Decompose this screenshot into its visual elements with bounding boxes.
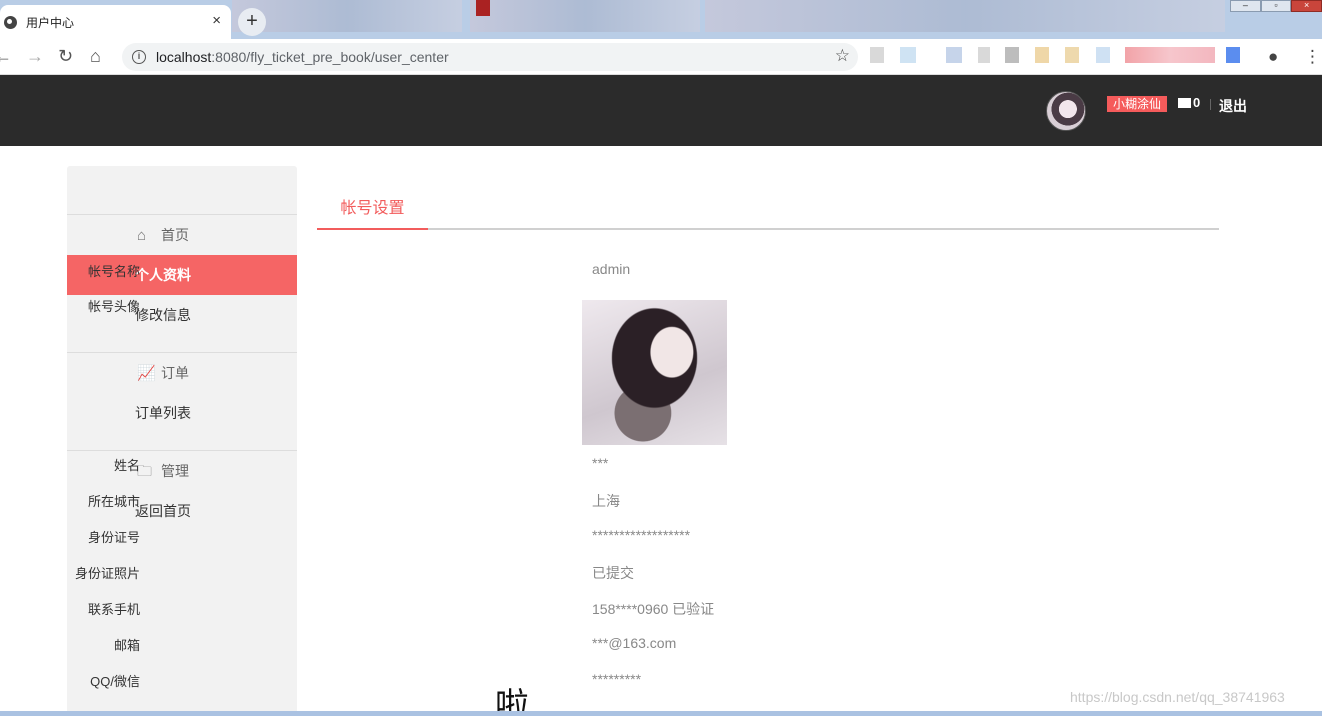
field-value: 158****0960 已验证 (592, 601, 715, 617)
blurred-tab[interactable] (705, 0, 1225, 32)
browser-toolbar: ← → ↻ ⌂ i localhost:8080/fly_ticket_pre_… (0, 39, 1322, 75)
field-name: 姓名 *** (0, 455, 900, 475)
active-tab[interactable]: 用户中心 × (0, 5, 231, 39)
mail-icon (1178, 98, 1191, 108)
field-label: 身份证号 (87, 530, 140, 545)
field-qq-wechat: QQ/微信 ********* (0, 671, 900, 691)
field-email: 邮箱 ***@163.com (0, 635, 900, 655)
extension-icon[interactable] (1035, 47, 1049, 63)
tab-account-settings[interactable]: 帐号设置 (317, 190, 428, 230)
site-info-icon[interactable]: i (132, 50, 146, 64)
watermark: https://blog.csdn.net/qq_38741963 (1070, 689, 1285, 705)
extension-icon[interactable] (1065, 47, 1079, 63)
browser-tab-strip: 用户中心 × + – ▫ × (0, 0, 1322, 39)
field-id-number: 身份证号 ****************** (0, 527, 900, 547)
extension-icon[interactable] (900, 47, 916, 63)
field-account-name: 帐号名称 admin (0, 261, 900, 281)
field-label: 联系手机 (87, 602, 140, 617)
close-window-icon[interactable]: × (1291, 0, 1322, 12)
field-label: 所在城市 (87, 494, 140, 509)
field-value: ****************** (592, 527, 691, 543)
field-value: 已提交 (592, 565, 634, 581)
field-value: 上海 (592, 493, 620, 509)
reload-icon[interactable]: ↻ (58, 45, 73, 67)
chart-icon: 📈 (137, 365, 156, 382)
messages-link[interactable]: 0 (1178, 95, 1200, 110)
field-label: 帐号名称 (87, 264, 140, 279)
divider (1210, 99, 1211, 110)
field-value: ***@163.com (592, 635, 677, 651)
minimize-icon[interactable]: – (1230, 0, 1261, 12)
field-value: ********* (592, 671, 642, 687)
sidebar-group-orders: 📈 订单 订单列表 (67, 352, 297, 433)
url-text[interactable]: localhost:8080/fly_ticket_pre_book/user_… (156, 49, 449, 65)
bookmark-star-icon[interactable]: ☆ (835, 46, 850, 66)
logout-link[interactable]: 退出 (1219, 96, 1247, 116)
field-city: 所在城市 上海 (0, 491, 900, 511)
field-account-avatar: 帐号头像 (0, 296, 900, 316)
account-icon[interactable]: ● (1268, 47, 1278, 67)
forward-icon[interactable]: → (26, 45, 44, 67)
taskbar-strip (0, 711, 1322, 716)
extension-icon[interactable] (870, 47, 884, 63)
sidebar-group-title: 📈 订单 (67, 353, 297, 393)
new-tab-button[interactable]: + (238, 8, 266, 36)
menu-icon[interactable]: ⋮ (1304, 47, 1321, 67)
field-id-photo: 身份证照片 已提交 (0, 563, 900, 583)
tab-close-icon[interactable]: × (212, 12, 221, 30)
maximize-icon[interactable]: ▫ (1260, 0, 1292, 12)
field-value: *** (592, 455, 609, 471)
account-tabs: 帐号设置 (317, 190, 1219, 230)
translate-icon[interactable] (1226, 47, 1240, 63)
extension-icon[interactable] (1125, 47, 1215, 63)
extension-icon[interactable] (1096, 47, 1110, 63)
field-label: QQ/微信 (90, 674, 140, 689)
sidebar-group-title: ⌂ 首页 (67, 215, 297, 255)
sidebar-item-order-list[interactable]: 订单列表 (67, 393, 297, 433)
field-label: 姓名 (113, 458, 140, 473)
message-count: 0 (1193, 95, 1201, 110)
extension-icon[interactable] (978, 47, 990, 63)
field-value: admin (592, 261, 631, 277)
home-icon: ⌂ (137, 227, 147, 244)
tab-favicon-icon (476, 0, 490, 16)
profile-avatar-image (582, 300, 727, 445)
field-phone: 联系手机 158****0960 已验证 (0, 599, 900, 619)
home-icon[interactable]: ⌂ (90, 45, 101, 67)
address-bar[interactable]: i localhost:8080/fly_ticket_pre_book/use… (122, 43, 858, 71)
username-badge[interactable]: 小糊涂仙 (1107, 96, 1168, 112)
tab-title: 用户中心 (26, 16, 75, 30)
sidebar: ⌂ 首页 个人资料 修改信息 📈 订单 订单列表 🗀 管理 返回首页 (67, 166, 297, 716)
avatar[interactable] (1046, 91, 1086, 131)
page-favicon-icon (4, 16, 17, 29)
field-label: 身份证照片 (74, 566, 140, 581)
blurred-tab[interactable] (232, 0, 462, 32)
back-icon[interactable]: ← (0, 45, 12, 67)
extension-icon[interactable] (1005, 47, 1019, 63)
site-header: 小糊涂仙 0 退出 (0, 75, 1322, 146)
field-label: 邮箱 (113, 638, 140, 653)
blurred-tab[interactable] (470, 0, 700, 32)
extension-icon[interactable] (946, 47, 962, 63)
window-controls: – ▫ × (1230, 0, 1322, 12)
field-label: 帐号头像 (87, 299, 140, 314)
